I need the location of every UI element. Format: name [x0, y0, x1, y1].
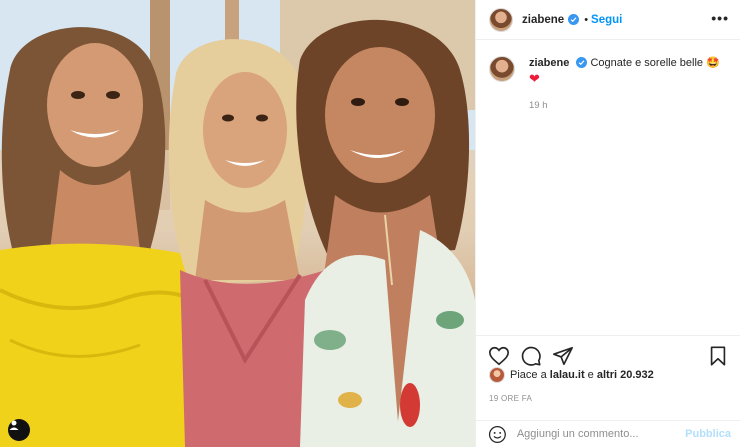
username-link[interactable]: ziabene: [522, 14, 564, 26]
liker-avatar[interactable]: [489, 367, 505, 383]
caption-body: ziabene Cognate e sorelle belle 🤩 ❤ 19 h: [529, 56, 720, 113]
verified-badge-icon: [576, 57, 588, 68]
avatar[interactable]: [489, 7, 513, 32]
user-tag-icon: [9, 420, 19, 430]
likes-count-link[interactable]: altri 20.932: [597, 369, 654, 381]
paper-plane-icon[interactable]: [552, 345, 574, 367]
publish-button[interactable]: Pubblica: [685, 428, 731, 440]
caption-text: Cognate e sorelle belle 🤩: [590, 57, 720, 69]
more-options-button[interactable]: •••: [711, 11, 729, 25]
post-photo[interactable]: [0, 0, 475, 447]
action-bar: [476, 335, 740, 369]
post-timestamp[interactable]: 19 ORE FA: [489, 394, 532, 403]
comment-form: Pubblica: [476, 420, 740, 447]
separator-dot: •: [584, 13, 589, 26]
caption-avatar[interactable]: [489, 56, 515, 82]
likes-summary: Piace a lalau.it e altri 20.932: [489, 367, 654, 383]
caption-username[interactable]: ziabene: [529, 57, 569, 69]
comment-input[interactable]: [516, 428, 686, 440]
likes-middle: e: [587, 369, 594, 381]
verified-badge-icon: [568, 14, 580, 25]
comment-bubble-icon[interactable]: [520, 345, 542, 367]
caption: ziabene Cognate e sorelle belle 🤩 ❤ 19 h: [489, 56, 729, 113]
post-sidebar: ziabene • Segui ••• ziabene Cognate e so…: [475, 0, 740, 447]
photo-illustration: [0, 0, 475, 447]
post-header: ziabene • Segui •••: [476, 0, 740, 40]
bookmark-icon[interactable]: [707, 345, 729, 367]
heart-icon[interactable]: [488, 345, 510, 367]
caption-heart-emoji: ❤: [529, 71, 540, 86]
user-tag-button[interactable]: [8, 419, 30, 441]
likes-prefix: Piace a: [510, 369, 547, 381]
liker-username[interactable]: lalau.it: [550, 369, 585, 381]
caption-timestamp[interactable]: 19 h: [529, 98, 720, 113]
follow-button[interactable]: Segui: [591, 14, 622, 26]
smiley-icon[interactable]: [488, 425, 507, 444]
